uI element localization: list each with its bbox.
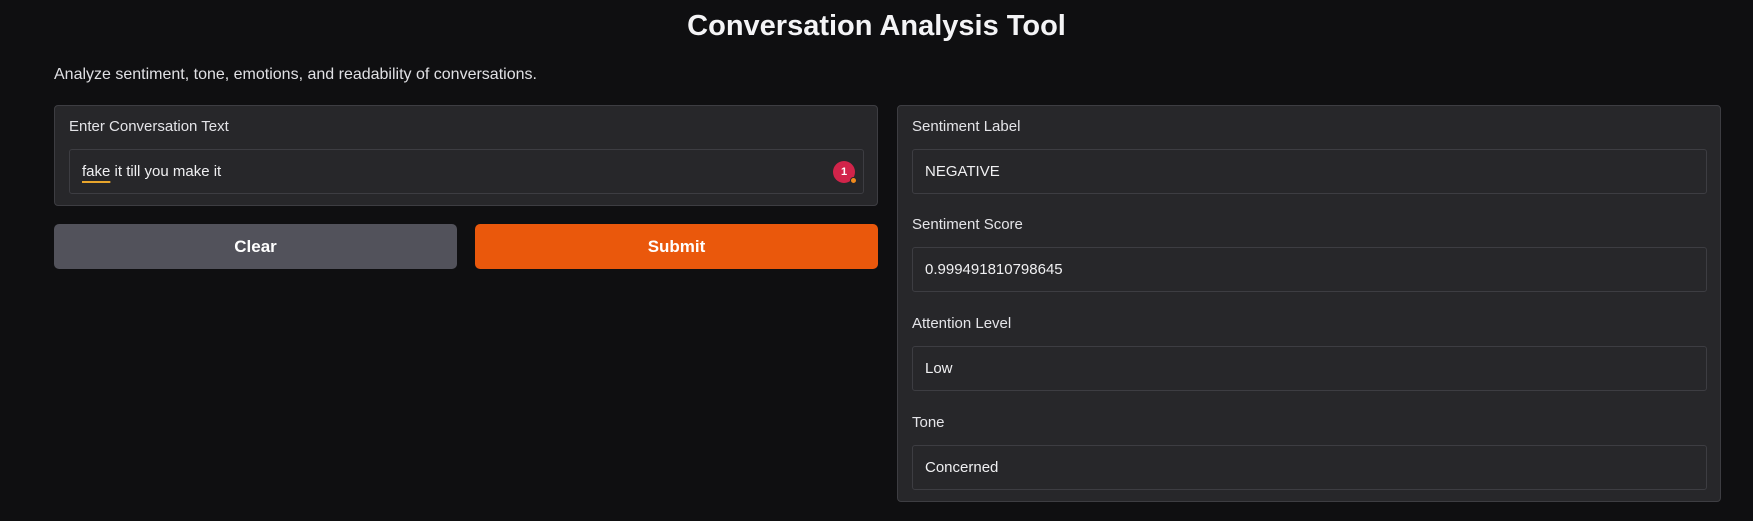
clear-button[interactable]: Clear (54, 224, 457, 269)
tone-label: Tone (912, 414, 945, 431)
submit-button[interactable]: Submit (475, 224, 878, 269)
page-title: Conversation Analysis Tool (687, 10, 1066, 42)
conversation-text-input[interactable]: fake it till you make it 1 (69, 149, 864, 194)
badge-status-dot (850, 177, 857, 184)
sentiment-score-label: Sentiment Score (912, 216, 1023, 233)
sentiment-label-field[interactable]: NEGATIVE (912, 149, 1707, 194)
sentiment-label-label: Sentiment Label (912, 118, 1021, 135)
attention-level-label: Attention Level (912, 315, 1012, 332)
page-description: Analyze sentiment, tone, emotions, and r… (54, 66, 537, 83)
misspelled-word[interactable]: fake (82, 163, 110, 180)
spellcheck-badge[interactable]: 1 (833, 161, 857, 184)
conversation-input-panel: Enter Conversation Text fake it till you… (54, 105, 878, 206)
spellcheck-count: 1 (840, 166, 848, 178)
input-text-rest: it till you make it (110, 163, 222, 180)
attention-level-field[interactable]: Low (912, 346, 1707, 391)
conversation-input-label: Enter Conversation Text (69, 118, 229, 135)
tone-field[interactable]: Concerned (912, 445, 1707, 490)
sentiment-score-field[interactable]: 0.999491810798645 (912, 247, 1707, 292)
analysis-output-panel: Sentiment Label NEGATIVE Sentiment Score… (897, 105, 1721, 502)
